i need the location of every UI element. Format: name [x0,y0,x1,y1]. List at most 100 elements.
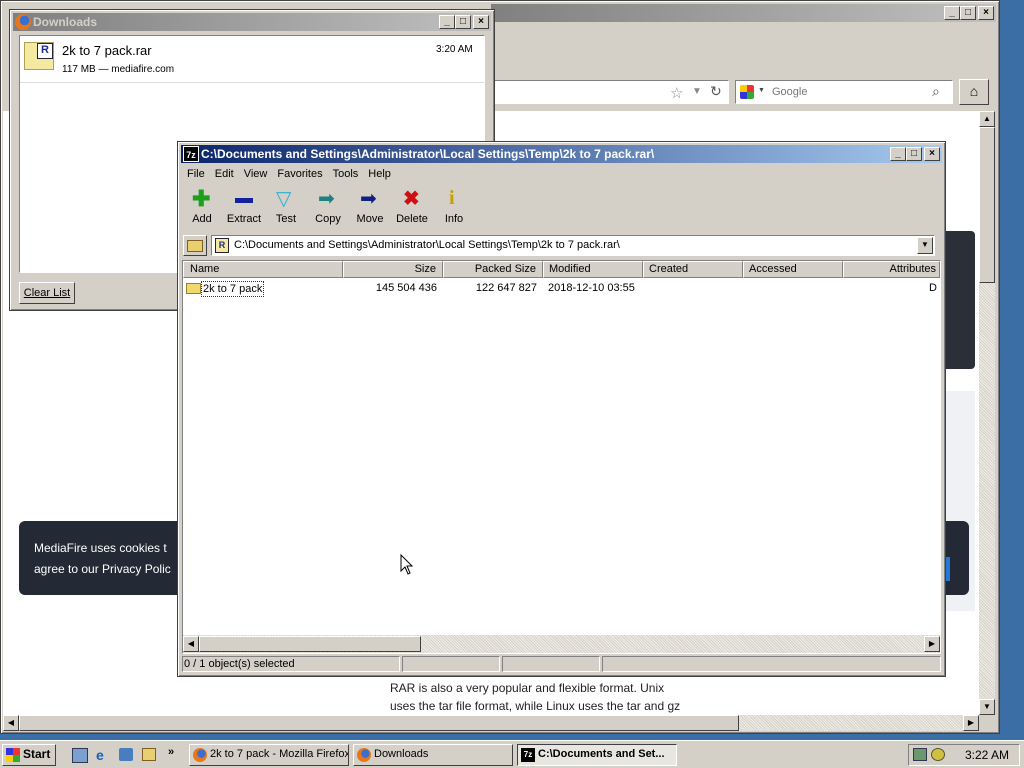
hscroll-thumb[interactable] [199,636,421,652]
col-modified-label: Modified [549,263,591,275]
status-pane-3 [502,656,600,672]
move-button[interactable]: ➡ Move [350,186,390,228]
delete-icon: ✖ [403,188,420,210]
menu-view[interactable]: View [239,165,273,183]
minimize-button[interactable]: _ [944,6,960,20]
search-bar[interactable]: ▼ Google ⌕ [735,80,953,104]
firefox-icon [15,14,31,30]
file-list: Name Size Packed Size Modified Created A… [182,260,941,654]
delete-button[interactable]: ✖ Delete [390,186,434,228]
address-dropdown-button[interactable]: ▼ [917,237,933,254]
maximize-button[interactable]: □ [455,15,471,29]
windows-logo-icon [6,748,20,762]
clear-list-button[interactable]: Clear List [19,282,75,304]
col-attributes[interactable]: Attributes [843,261,940,278]
row-attributes: D [929,282,937,294]
menu-file[interactable]: File [182,165,210,183]
scroll-up-button[interactable]: ▲ [979,111,995,127]
col-created-label: Created [649,263,689,275]
test-label: Test [275,213,297,225]
cursor-arrow-icon [400,553,414,575]
scroll-right-button[interactable]: ▶ [924,636,940,652]
network-icon[interactable] [913,748,927,761]
move-label: Move [356,213,384,225]
outlook-icon[interactable] [119,748,133,761]
security-icon[interactable] [931,748,945,761]
extract-icon [235,198,253,203]
url-bar[interactable]: ☆ ▼ ↻ [491,80,729,104]
list-horizontal-scrollbar[interactable]: ◀ ▶ [183,635,940,653]
address-bar[interactable]: R C:\Documents and Settings\Administrato… [211,235,935,256]
start-button[interactable]: Start [2,744,56,766]
col-modified[interactable]: Modified [543,261,643,278]
search-input[interactable]: Google [772,86,807,98]
taskbar: Start e » 2k to 7 pack - Mozilla Firefox… [0,740,1024,768]
download-item[interactable]: R 2k to 7 pack.rar 117 MB — mediafire.co… [20,36,484,83]
table-row[interactable]: 2k to 7 pack 145 504 436 122 647 827 201… [183,280,940,298]
close-button[interactable]: × [924,147,940,161]
minimize-button[interactable]: _ [439,15,455,29]
system-tray: 3:22 AM [908,744,1020,766]
maximize-button[interactable]: □ [906,147,922,161]
status-bar: 0 / 1 object(s) selected [182,656,941,672]
rar-file-icon: R [24,42,54,70]
task-firefox[interactable]: 2k to 7 pack - Mozilla Firefox [189,744,349,766]
col-name[interactable]: Name [183,261,343,278]
chevron-right-icon[interactable]: » [168,746,174,758]
col-attributes-label: Attributes [889,263,936,275]
scroll-thumb[interactable] [979,127,995,283]
extract-button[interactable]: Extract [222,186,266,228]
col-packed[interactable]: Packed Size [443,261,543,278]
scroll-left-button[interactable]: ◀ [3,715,19,731]
close-button[interactable]: × [473,15,489,29]
page-horizontal-scrollbar[interactable]: ◀ ▶ [3,715,979,731]
magnifier-icon[interactable]: ⌕ [932,83,940,100]
ie-icon[interactable]: e [96,747,104,763]
downloads-caption-buttons: _ □ × [439,15,489,29]
sevenzip-titlebar: 7z C:\Documents and Settings\Administrat… [181,145,942,163]
move-icon: ➡ [360,188,377,210]
test-icon: ▽ [276,188,292,210]
scroll-down-button[interactable]: ▼ [979,699,995,715]
task-downloads[interactable]: Downloads [353,744,513,766]
folder-up-icon [187,240,203,252]
downloads-title: Downloads [33,15,98,29]
col-size[interactable]: Size [343,261,443,278]
sevenzip-caption-buttons: _ □ × [890,147,940,161]
page-vertical-scrollbar[interactable]: ▲ ▼ [979,111,995,715]
dropdown-arrow-icon[interactable]: ▼ [758,87,765,94]
menu-favorites[interactable]: Favorites [272,165,327,183]
close-button[interactable]: × [978,6,994,20]
show-desktop-icon[interactable] [72,748,88,763]
status-pane-2 [402,656,500,672]
dropdown-arrow-icon[interactable]: ▼ [692,86,702,97]
scroll-right-button[interactable]: ▶ [963,715,979,731]
reload-icon[interactable]: ↻ [710,83,722,100]
col-created[interactable]: Created [643,261,743,278]
cookie-text-2: agree to our Privacy Polic [34,562,171,576]
task-downloads-label: Downloads [374,748,429,760]
info-label: Info [444,213,464,225]
scroll-left-button[interactable]: ◀ [183,636,199,652]
minimize-button[interactable]: _ [890,147,906,161]
maximize-button[interactable]: □ [960,6,976,20]
info-button[interactable]: i Info [434,186,474,228]
add-button[interactable]: ✚ Add [182,186,222,228]
menu-tools[interactable]: Tools [328,165,364,183]
menu-help[interactable]: Help [363,165,396,183]
toolbar: ✚ Add Extract ▽ Test ➡ Copy ➡ Move ✖ Del… [182,186,939,228]
folder-up-button[interactable] [183,235,207,256]
home-button[interactable]: ⌂ [959,79,989,105]
address-path[interactable]: C:\Documents and Settings\Administrator\… [234,239,620,251]
copy-button[interactable]: ➡ Copy [306,186,350,228]
row-size: 145 504 436 [375,282,437,294]
explorer-search-icon[interactable] [142,748,156,761]
col-accessed[interactable]: Accessed [743,261,843,278]
info-icon: i [449,187,455,209]
test-button[interactable]: ▽ Test [266,186,306,228]
menu-edit[interactable]: Edit [210,165,239,183]
hscroll-thumb[interactable] [19,715,739,731]
task-7zip[interactable]: 7z C:\Documents and Set... [517,744,677,766]
row-name[interactable]: 2k to 7 pack [201,281,265,297]
bookmark-star-icon[interactable]: ☆ [670,84,683,102]
